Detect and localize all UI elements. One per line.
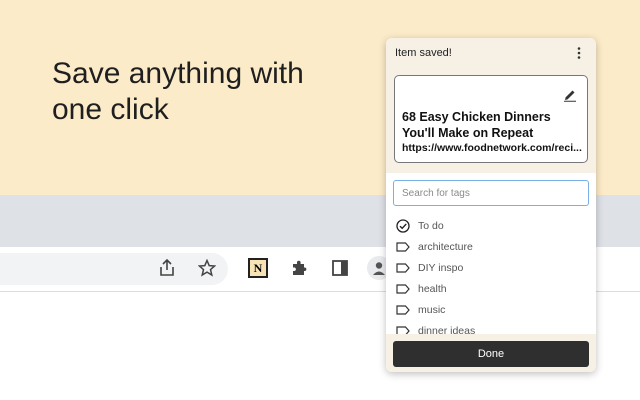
popup-footer: Done bbox=[386, 334, 596, 372]
tag-icon bbox=[396, 303, 410, 317]
tag-label: architecture bbox=[418, 240, 473, 253]
tag-icon bbox=[396, 324, 410, 334]
hero-line-1: Save anything with bbox=[52, 57, 304, 90]
notion-letter: N bbox=[248, 258, 268, 278]
status-label: Item saved! bbox=[395, 47, 452, 59]
tag-label: dinner ideas bbox=[418, 324, 476, 335]
address-bar[interactable] bbox=[0, 253, 228, 285]
popup-header: Item saved! 68 Easy Chicken Dinners You'… bbox=[386, 38, 596, 173]
tag-icon bbox=[396, 282, 410, 296]
save-popup: Item saved! 68 Easy Chicken Dinners You'… bbox=[386, 38, 596, 372]
side-panel-icon[interactable] bbox=[329, 257, 351, 279]
tag-item-health[interactable]: health bbox=[396, 278, 586, 299]
tag-item-music[interactable]: music bbox=[396, 299, 586, 320]
tag-label: To do bbox=[418, 219, 444, 232]
tag-item-diy-inspo[interactable]: DIY inspo bbox=[396, 257, 586, 278]
tag-label: music bbox=[418, 303, 446, 316]
more-menu-icon[interactable] bbox=[574, 46, 584, 60]
tag-search-input[interactable] bbox=[393, 180, 589, 206]
tag-label: health bbox=[418, 282, 447, 295]
tag-item-to-do[interactable]: To do bbox=[396, 215, 586, 236]
tag-list: To do architecture DIY inspo health musi… bbox=[396, 215, 586, 334]
tag-item-dinner-ideas[interactable]: dinner ideas bbox=[396, 320, 586, 334]
tag-label: DIY inspo bbox=[418, 261, 464, 274]
done-button[interactable]: Done bbox=[393, 341, 589, 367]
bookmark-star-icon[interactable] bbox=[196, 257, 218, 279]
saved-item-url: https://www.foodnetwork.com/reci... bbox=[402, 142, 582, 154]
hero-line-2: one click bbox=[52, 93, 169, 126]
tag-icon bbox=[396, 240, 410, 254]
share-icon[interactable] bbox=[156, 257, 178, 279]
edit-pencil-icon[interactable] bbox=[563, 88, 577, 102]
saved-item-title: 68 Easy Chicken Dinners You'll Make on R… bbox=[402, 110, 551, 140]
check-circle-icon bbox=[396, 218, 410, 233]
notion-extension-icon[interactable]: N bbox=[247, 257, 269, 279]
tag-icon bbox=[396, 261, 410, 275]
extensions-puzzle-icon[interactable] bbox=[288, 257, 310, 279]
hero-headline: Save anything with one click bbox=[52, 56, 352, 128]
saved-item-card: 68 Easy Chicken Dinners You'll Make on R… bbox=[394, 75, 588, 163]
tag-item-architecture[interactable]: architecture bbox=[396, 236, 586, 257]
